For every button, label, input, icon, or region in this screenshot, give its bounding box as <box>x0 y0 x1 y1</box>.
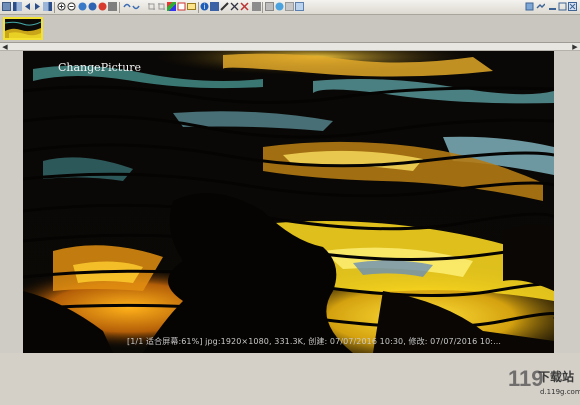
toolbar-separator <box>262 2 263 13</box>
crop-icon[interactable] <box>147 2 156 11</box>
main-toolbar: i <box>0 0 580 15</box>
thumbnail-image <box>5 19 41 38</box>
slideshow-icon[interactable] <box>187 2 196 11</box>
prev-icon[interactable] <box>23 2 32 11</box>
minimize-icon[interactable] <box>548 2 557 11</box>
image-status-line: [1/1 适合屏幕:61%] jpg:1920×1080, 331.3K, 创建… <box>127 337 502 346</box>
copy-icon[interactable] <box>108 2 117 11</box>
rotate-left-icon[interactable] <box>78 2 87 11</box>
site-watermark: 119 下载站 d.119g.com <box>508 362 580 402</box>
image-viewport[interactable]: ChangePicture [1/1 适合屏幕:61%] jpg:1920×10… <box>0 51 580 396</box>
delete-icon[interactable] <box>240 2 249 11</box>
svg-text:i: i <box>204 3 206 11</box>
thumbnail-selected[interactable] <box>3 17 43 40</box>
redo-icon[interactable] <box>132 2 141 11</box>
image-caption-overlay: ChangePicture <box>58 61 142 74</box>
maximize-icon[interactable] <box>558 2 567 11</box>
next-icon[interactable] <box>33 2 42 11</box>
image-viewer-window: i ◀ ▶ ChangePicture [1/1 适合屏幕:61%] jpg:1… <box>0 0 580 396</box>
window-icon[interactable] <box>285 2 294 11</box>
toolbar-separator <box>198 2 199 13</box>
palette-icon[interactable] <box>167 2 176 11</box>
last-icon[interactable] <box>43 2 52 11</box>
color-icon[interactable] <box>157 2 166 11</box>
brush-icon[interactable] <box>220 2 229 11</box>
print-icon[interactable] <box>252 2 261 11</box>
download-icon[interactable] <box>525 2 534 11</box>
settings-icon[interactable] <box>265 2 274 11</box>
image-frame: ChangePicture [1/1 适合屏幕:61%] jpg:1920×10… <box>23 51 554 353</box>
close-icon[interactable] <box>568 2 577 11</box>
toolbar-separator <box>119 2 120 13</box>
edit-icon[interactable]: i <box>200 2 209 11</box>
zoom-in-icon[interactable] <box>57 2 66 11</box>
toolbar-separator <box>54 2 55 13</box>
thumbnail-strip <box>0 15 580 43</box>
cut-icon[interactable] <box>230 2 239 11</box>
undo-icon[interactable] <box>122 2 131 11</box>
watermark-brand: 下载站 <box>538 370 575 384</box>
photo-rice-terraces <box>23 51 554 353</box>
fullscreen-icon[interactable] <box>295 2 304 11</box>
help-icon[interactable] <box>275 2 284 11</box>
info-icon[interactable] <box>177 2 186 11</box>
zoom-out-icon[interactable] <box>67 2 76 11</box>
scroll-right-icon[interactable]: ▶ <box>571 43 579 51</box>
thumbnail-scrollbar[interactable]: ◀ ▶ <box>0 43 580 51</box>
grid-icon[interactable] <box>2 2 11 11</box>
pin-icon[interactable] <box>536 2 546 11</box>
scroll-left-icon[interactable]: ◀ <box>1 43 9 51</box>
fit-icon[interactable] <box>98 2 107 11</box>
rotate-right-icon[interactable] <box>88 2 97 11</box>
first-icon[interactable] <box>13 2 22 11</box>
image-icon[interactable] <box>210 2 219 11</box>
watermark-site: d.119g.com <box>540 388 580 396</box>
